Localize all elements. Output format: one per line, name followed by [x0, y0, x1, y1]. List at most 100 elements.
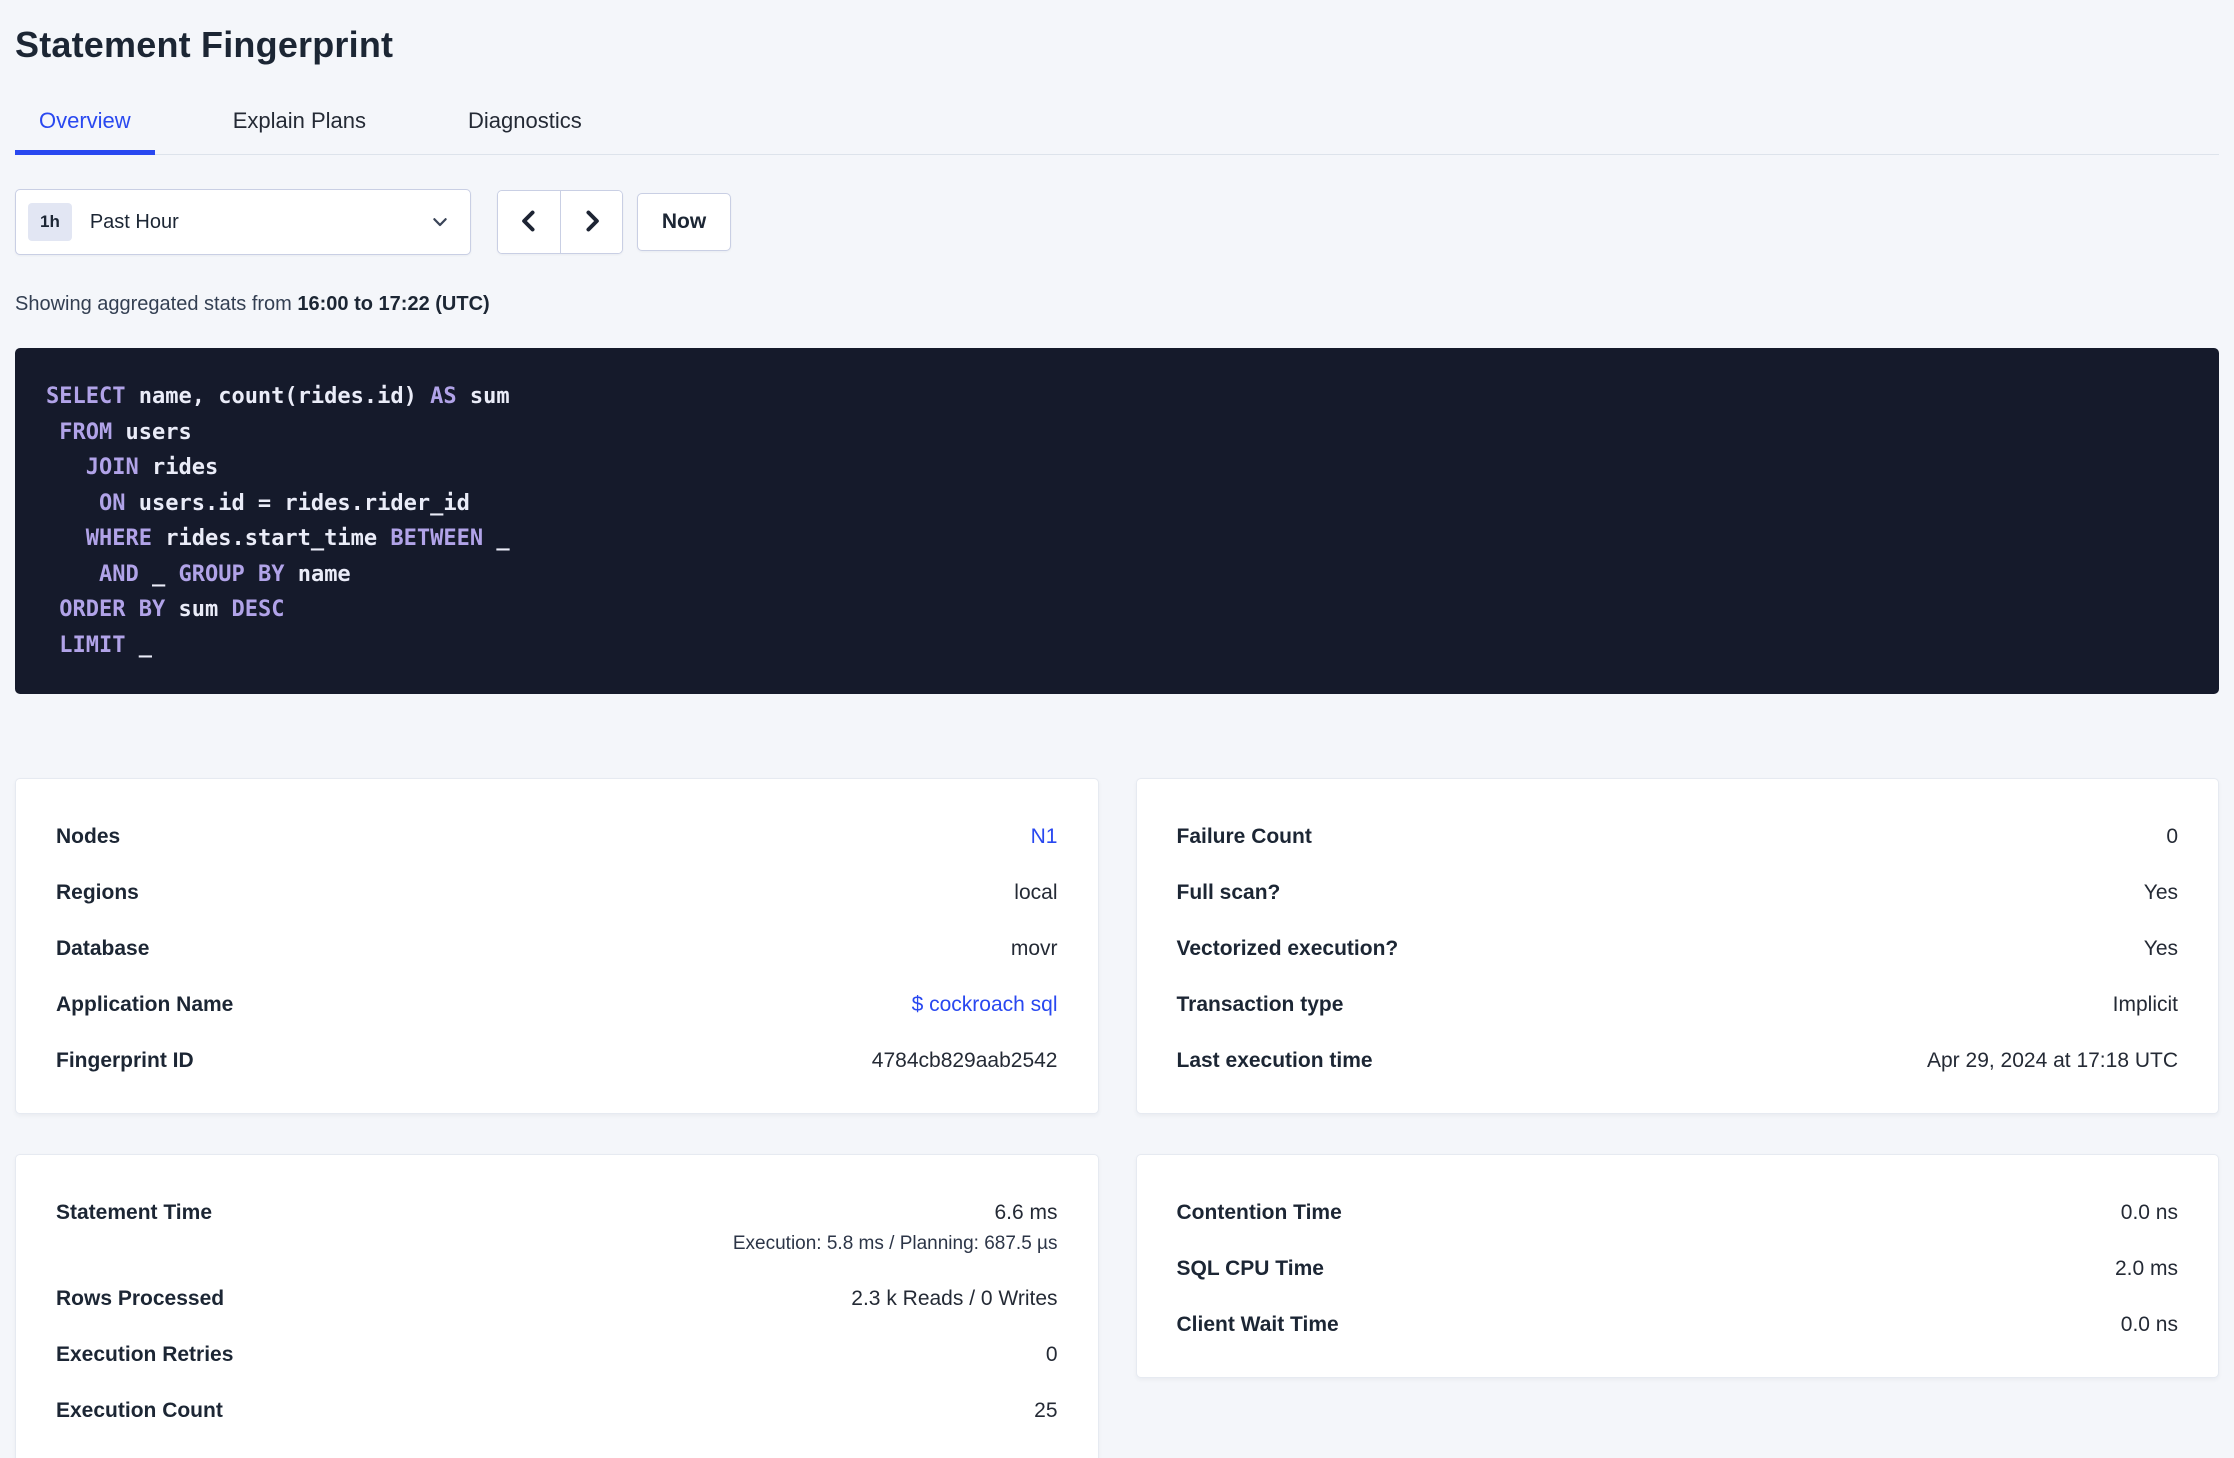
sql-keyword: AND	[98, 561, 139, 587]
fingerprint-id-row: Fingerprint ID 4784cb829aab2542	[56, 1049, 1058, 1073]
database-value-wrap: movr	[1011, 937, 1058, 961]
nodes-row: Nodes N1	[56, 825, 1058, 849]
sql-keyword: GROUP BY	[178, 561, 285, 587]
aggregated-stats-line: Showing aggregated stats from 16:00 to 1…	[15, 293, 2219, 316]
aggregated-stats-prefix: Showing aggregated stats from	[15, 293, 298, 315]
sql-identifier: _	[125, 632, 152, 658]
tab-overview[interactable]: Overview	[15, 98, 155, 155]
failure-count-row: Failure Count 0	[1177, 825, 2179, 849]
sql-line: ON users.id = rides.rider_id	[46, 486, 2188, 522]
next-timeframe-button[interactable]	[560, 191, 622, 253]
contention-time-row: Contention Time 0.0 ns	[1177, 1201, 2179, 1225]
statement-time-value: 6.6 ms	[994, 1201, 1058, 1224]
sql-identifier: sum	[456, 384, 510, 409]
sql-identifier	[46, 455, 86, 480]
chevron-right-icon	[579, 208, 605, 237]
sql-identifier: _	[483, 526, 510, 551]
time-range-label: Past Hour	[89, 210, 179, 233]
previous-timeframe-button[interactable]	[498, 191, 560, 253]
sql-identifier	[46, 526, 86, 551]
execution-count-value-wrap: 25	[1034, 1399, 1057, 1423]
sql-line: SELECT name, count(rides.id) AS sum	[46, 379, 2188, 415]
page-title: Statement Fingerprint	[15, 24, 394, 65]
regions-value-wrap: local	[1014, 881, 1057, 905]
sql-keyword: LIMIT	[59, 632, 126, 658]
last-execution-time-label: Last execution time	[1176, 1049, 1373, 1072]
transaction-type-value-wrap: Implicit	[2113, 993, 2178, 1017]
sql-keyword: AS	[430, 384, 457, 409]
execution-count-label: Execution Count	[56, 1399, 223, 1422]
execution-retries-value: 0	[1045, 1343, 1058, 1366]
timing-cards-row: Statement Time 6.6 ms Execution: 5.8 ms / …	[15, 1154, 2219, 1458]
contention-time-value-wrap: 0.0 ns	[2121, 1201, 2178, 1225]
sql-keyword: ORDER BY	[59, 597, 166, 622]
failure-count-value: 0	[2166, 825, 2178, 848]
statement-fingerprint-page: Statement Fingerprint Overview Explain P…	[0, 0, 2234, 1458]
rows-processed-value: 2.3 k Reads / 0 Writes	[851, 1287, 1058, 1310]
statement-time-row: Statement Time 6.6 ms Execution: 5.8 ms / …	[56, 1201, 1058, 1255]
execution-count-row: Execution Count 25	[56, 1399, 1058, 1423]
sql-line: FROM users	[46, 415, 2188, 451]
now-button[interactable]: Now	[637, 193, 731, 251]
sql-identifier	[46, 597, 59, 622]
nodes-link[interactable]: N1	[1031, 825, 1058, 848]
sql-line: AND _ GROUP BY name	[46, 557, 2188, 593]
sql-identifier: _	[138, 561, 179, 587]
fingerprint-id-value-wrap: 4784cb829aab2542	[872, 1049, 1058, 1073]
regions-row: Regions local	[56, 881, 1058, 905]
application-name-row: Application Name $ cockroach sql	[56, 993, 1058, 1017]
transaction-type-row: Transaction type Implicit	[1177, 993, 2179, 1017]
application-name-label: Application Name	[56, 993, 234, 1016]
aggregated-stats-range: 16:00 to 17:22 (UTC)	[297, 293, 490, 315]
tab-explain-plans[interactable]: Explain Plans	[209, 98, 390, 155]
sql-cpu-time-row: SQL CPU Time 2.0 ms	[1177, 1257, 2179, 1281]
application-name-value-wrap: $ cockroach sql	[912, 993, 1058, 1017]
sql-keyword: JOIN	[85, 455, 139, 480]
last-execution-time-row: Last execution time Apr 29, 2024 at 17:18…	[1177, 1049, 2179, 1073]
client-wait-time-row: Client Wait Time 0.0 ns	[1177, 1313, 2179, 1337]
sql-line: LIMIT _	[46, 628, 2188, 664]
full-scan-value-wrap: Yes	[2144, 881, 2178, 905]
sql-identifier: users.id = rides.rider_id	[125, 490, 470, 516]
last-execution-time-value-wrap: Apr 29, 2024 at 17:18 UTC	[1927, 1049, 2178, 1073]
last-execution-time-value: Apr 29, 2024 at 17:18 UTC	[1927, 1049, 2178, 1072]
sql-line: JOIN rides	[46, 450, 2188, 486]
sql-identifier	[46, 491, 99, 516]
contention-time-label: Contention Time	[1176, 1201, 1342, 1224]
statement-time-label: Statement Time	[56, 1201, 212, 1224]
execution-attributes-card: Failure Count 0 Full scan? Yes Vectorized ex…	[1135, 778, 2219, 1114]
transaction-type-value: Implicit	[2112, 993, 2178, 1016]
sql-line: ORDER BY sum DESC	[46, 592, 2188, 628]
tab-diagnostics[interactable]: Diagnostics	[444, 98, 606, 155]
sql-keyword: FROM	[59, 419, 113, 445]
sql-identifier: name	[284, 561, 351, 587]
sql-identifier: users	[112, 419, 192, 445]
regions-label: Regions	[56, 881, 139, 904]
time-range-badge: 1h	[28, 203, 72, 241]
wait-times-card: Contention Time 0.0 ns SQL CPU Time 2.0 ms C…	[1135, 1154, 2219, 1378]
failure-count-label: Failure Count	[1176, 825, 1312, 848]
sql-cpu-time-label: SQL CPU Time	[1176, 1257, 1324, 1280]
application-name-link[interactable]: $ cockroach sql	[912, 993, 1058, 1016]
execution-retries-row: Execution Retries 0	[56, 1343, 1058, 1367]
failure-count-value-wrap: 0	[2166, 825, 2178, 849]
vectorized-execution-value-wrap: Yes	[2144, 937, 2178, 961]
rows-processed-row: Rows Processed 2.3 k Reads / 0 Writes	[56, 1287, 1058, 1311]
statement-time-value-wrap: 6.6 ms Execution: 5.8 ms / Planning: 687.…	[733, 1201, 1058, 1255]
execution-count-value: 25	[1034, 1399, 1058, 1422]
sql-identifier: name, count(rides.id)	[125, 384, 431, 409]
rows-processed-label: Rows Processed	[56, 1287, 225, 1310]
statement-time-subvalue: Execution: 5.8 ms / Planning: 687.5 µs	[732, 1233, 1058, 1254]
info-cards-row: Nodes N1 Regions local Database movr Applicati…	[15, 778, 2219, 1114]
sql-cpu-time-value: 2.0 ms	[2114, 1257, 2178, 1280]
vectorized-execution-value: Yes	[2143, 937, 2178, 960]
nodes-label: Nodes	[56, 825, 121, 848]
time-range-dropdown[interactable]: 1h Past Hour	[15, 189, 471, 255]
chevron-left-icon	[516, 208, 542, 237]
contention-time-value: 0.0 ns	[2120, 1201, 2178, 1224]
execution-retries-label: Execution Retries	[56, 1343, 234, 1366]
sql-cpu-time-value-wrap: 2.0 ms	[2115, 1257, 2178, 1281]
tab-bar: Overview Explain Plans Diagnostics	[15, 98, 2219, 155]
regions-value: local	[1014, 881, 1058, 904]
client-wait-time-value: 0.0 ns	[2120, 1313, 2178, 1336]
